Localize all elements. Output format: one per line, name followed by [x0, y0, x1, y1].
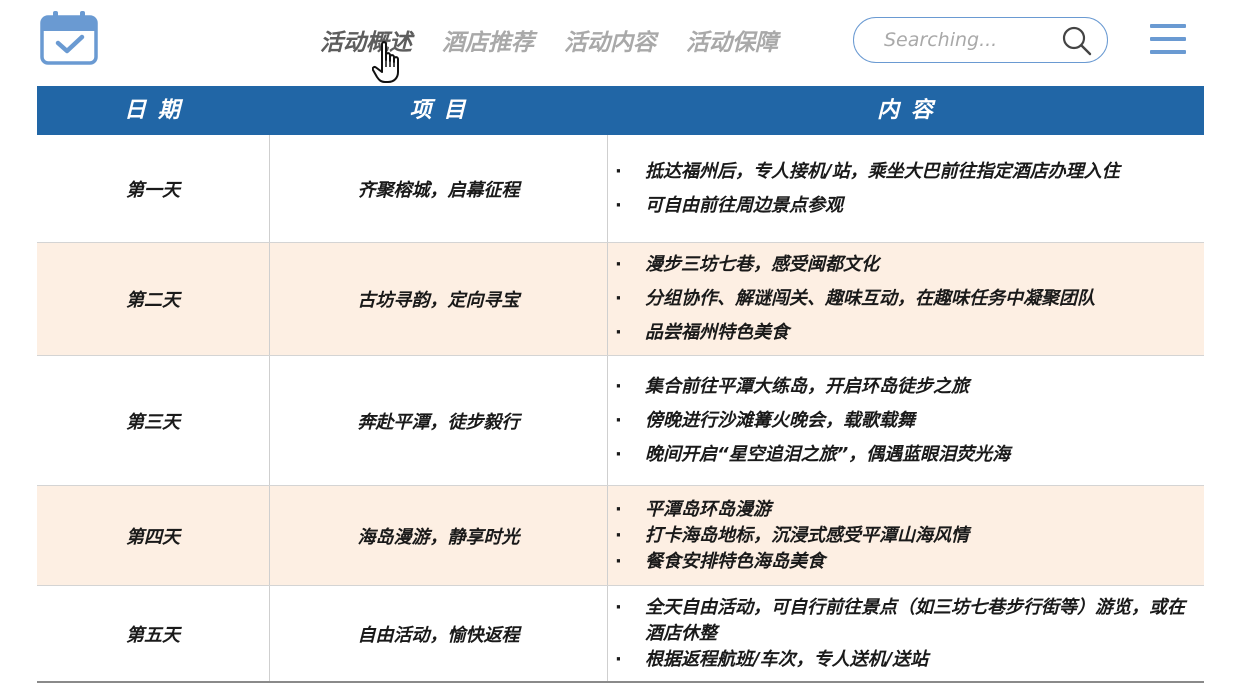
content-bullet: 集合前往平潭大练岛，开启环岛徒步之旅 — [608, 374, 1204, 400]
calendar-check-logo-icon — [40, 11, 98, 65]
search-box[interactable]: Searching... — [853, 17, 1108, 63]
row-content: 全天自由活动，可自行前往景点（如三坊七巷步行街等）游览，或在酒店休整 根据返程航… — [608, 586, 1204, 682]
search-input[interactable]: Searching... — [884, 18, 997, 62]
content-bullet: 品尝福州特色美食 — [608, 320, 1204, 346]
content-bullet: 餐食安排特色海岛美食 — [608, 549, 1204, 575]
row-day: 第一天 — [126, 179, 180, 201]
row-day: 第二天 — [126, 290, 180, 311]
content-bullet: 全天自由活动，可自行前往景点（如三坊七巷步行街等）游览，或在酒店休整 — [608, 595, 1204, 647]
row-content: 漫步三坊七巷，感受闽都文化 分组协作、解谜闯关、趣味互动，在趣味任务中凝聚团队 … — [608, 243, 1204, 355]
hamburger-menu-icon[interactable] — [1150, 24, 1186, 58]
row-item: 齐聚榕城，启幕征程 — [269, 135, 608, 242]
row-content: 集合前往平潭大练岛，开启环岛徒步之旅 傍晚进行沙滩篝火晚会，载歌载舞 晚间开启“… — [608, 356, 1204, 485]
header-item: 项 目 — [409, 98, 468, 123]
table-row: 第五天 自由活动，愉快返程 全天自由活动，可自行前往景点（如三坊七巷步行街等）游… — [37, 586, 1204, 682]
row-content: 平潭岛环岛漫游 打卡海岛地标，沉浸式感受平潭山海风情 餐食安排特色海岛美食 — [608, 486, 1204, 585]
row-day: 第三天 — [126, 411, 180, 433]
content-bullet: 晚间开启“星空追泪之旅”，偶遇蓝眼泪荧光海 — [608, 442, 1204, 468]
search-icon[interactable] — [1061, 25, 1093, 57]
row-content: 抵达福州后，专人接机/站，乘坐大巴前往指定酒店办理入住 可自由前往周边景点参观 — [608, 135, 1204, 242]
header-date: 日 期 — [124, 98, 182, 123]
content-bullet: 根据返程航班/车次，专人送机/送站 — [608, 647, 1204, 673]
nav-item-hotel[interactable]: 酒店推荐 — [442, 26, 534, 60]
table-row: 第三天 奔赴平潭，徒步毅行 集合前往平潭大练岛，开启环岛徒步之旅 傍晚进行沙滩篝… — [37, 356, 1204, 486]
table-bottom-divider — [37, 681, 1204, 683]
table-row: 第四天 海岛漫游，静享时光 平潭岛环岛漫游 打卡海岛地标，沉浸式感受平潭山海风情… — [37, 486, 1204, 586]
row-day: 第五天 — [126, 625, 180, 646]
content-bullet: 抵达福州后，专人接机/站，乘坐大巴前往指定酒店办理入住 — [608, 159, 1204, 185]
row-day: 第四天 — [126, 526, 180, 548]
nav-item-content[interactable]: 活动内容 — [564, 26, 656, 60]
content-bullet: 分组协作、解谜闯关、趣味互动，在趣味任务中凝聚团队 — [608, 286, 1204, 312]
content-bullet: 平潭岛环岛漫游 — [608, 497, 1204, 523]
content-bullet: 可自由前往周边景点参观 — [608, 193, 1204, 219]
nav-item-guarantee[interactable]: 活动保障 — [686, 26, 778, 60]
hand-cursor-icon — [372, 41, 399, 83]
table-header: 日 期 项 目 内 容 — [37, 86, 1204, 135]
header-content: 内 容 — [877, 98, 935, 123]
table-row: 第一天 齐聚榕城，启幕征程 抵达福州后，专人接机/站，乘坐大巴前往指定酒店办理入… — [37, 135, 1204, 243]
row-item: 自由活动，愉快返程 — [269, 586, 608, 682]
row-item: 古坊寻韵，定向寻宝 — [269, 243, 608, 355]
table-row: 第二天 古坊寻韵，定向寻宝 漫步三坊七巷，感受闽都文化 分组协作、解谜闯关、趣味… — [37, 243, 1204, 356]
content-bullet: 漫步三坊七巷，感受闽都文化 — [608, 252, 1204, 278]
row-item: 海岛漫游，静享时光 — [269, 486, 608, 585]
content-bullet: 打卡海岛地标，沉浸式感受平潭山海风情 — [608, 523, 1204, 549]
content-bullet: 傍晚进行沙滩篝火晚会，载歌载舞 — [608, 408, 1204, 434]
row-item: 奔赴平潭，徒步毅行 — [269, 356, 608, 485]
